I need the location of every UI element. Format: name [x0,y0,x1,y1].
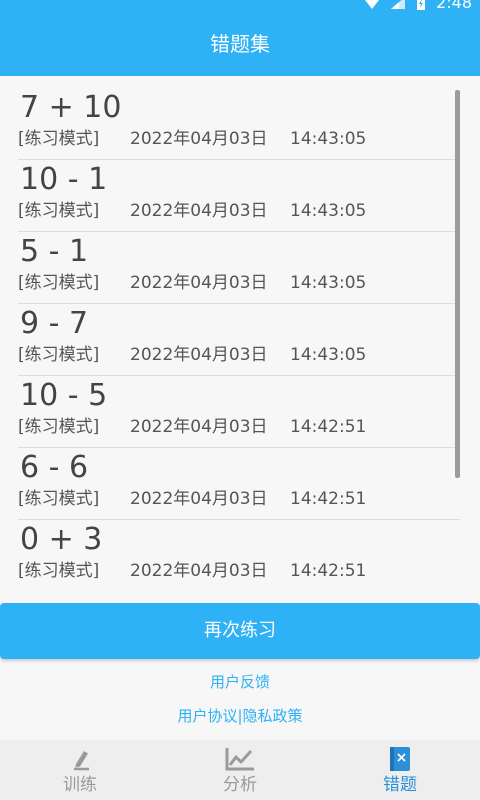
nav-item-mistakes[interactable]: 错题 [320,740,480,800]
pencil-icon [67,746,93,772]
mode-label: [练习模式] [18,129,100,149]
list-item[interactable]: 7 + 10 [练习模式] 2022年04月03日 14:43:05 [18,88,460,160]
question-meta: [练习模式] 2022年04月03日 14:42:51 [18,560,366,582]
wifi-icon [364,0,380,10]
retry-practice-button[interactable]: 再次练习 [0,603,480,659]
mode-label: [练习模式] [18,561,100,581]
question-expression: 9 - 7 [20,306,89,341]
nav-label: 训练 [63,775,97,795]
user-agreement-link[interactable]: 用户协议 [177,707,237,725]
nav-item-analysis[interactable]: 分析 [160,740,320,800]
mode-label: [练习模式] [18,417,100,437]
status-bar: 2:48 [364,0,472,12]
list-item[interactable]: 9 - 7 [练习模式] 2022年04月03日 14:43:05 [18,304,460,376]
mode-label: [练习模式] [18,489,100,509]
date-label: 2022年04月03日 [130,345,268,365]
date-label: 2022年04月03日 [130,417,268,437]
mode-label: [练习模式] [18,201,100,221]
page-title: 错题集 [210,32,270,56]
time-label: 14:42:51 [290,489,367,509]
date-label: 2022年04月03日 [130,489,268,509]
signal-icon [390,0,406,10]
question-expression: 10 - 5 [20,378,108,413]
question-meta: [练习模式] 2022年04月03日 14:43:05 [18,272,366,294]
nav-label: 错题 [383,775,417,795]
battery-icon [416,0,426,11]
question-expression: 5 - 1 [20,234,89,269]
question-meta: [练习模式] 2022年04月03日 14:43:05 [18,344,366,366]
list-item[interactable]: 10 - 1 [练习模式] 2022年04月03日 14:43:05 [18,160,460,232]
wrong-book-icon [387,746,413,772]
line-chart-icon [224,746,256,772]
question-expression: 10 - 1 [20,162,108,197]
status-time: 2:48 [436,0,472,12]
mistake-list[interactable]: 7 + 10 [练习模式] 2022年04月03日 14:43:05 10 - 1 … [0,88,480,590]
policy-links: 用户协议|隐私政策 [0,706,480,726]
question-meta: [练习模式] 2022年04月03日 14:42:51 [18,416,366,438]
mode-label: [练习模式] [18,273,100,293]
time-label: 14:42:51 [290,417,367,437]
question-expression: 0 + 3 [20,522,103,557]
question-meta: [练习模式] 2022年04月03日 14:43:05 [18,128,366,150]
date-label: 2022年04月03日 [130,129,268,149]
time-label: 14:43:05 [290,201,367,221]
time-label: 14:43:05 [290,129,367,149]
privacy-policy-link[interactable]: 隐私政策 [243,707,303,725]
time-label: 14:43:05 [290,345,367,365]
date-label: 2022年04月03日 [130,273,268,293]
question-expression: 6 - 6 [20,450,89,485]
app-screen: 2:48 错题集 7 + 10 [练习模式] 2022年04月03日 14:43:0… [0,0,480,800]
time-label: 14:43:05 [290,273,367,293]
nav-label: 分析 [223,775,257,795]
list-item[interactable]: 6 - 6 [练习模式] 2022年04月03日 14:42:51 [18,448,460,520]
nav-item-training[interactable]: 训练 [0,740,160,800]
app-header: 2:48 错题集 [0,0,480,76]
list-item[interactable]: 5 - 1 [练习模式] 2022年04月03日 14:43:05 [18,232,460,304]
feedback-link[interactable]: 用户反馈 [0,672,480,692]
mode-label: [练习模式] [18,345,100,365]
date-label: 2022年04月03日 [130,561,268,581]
date-label: 2022年04月03日 [130,201,268,221]
list-scrollbar[interactable] [455,90,460,478]
time-label: 14:42:51 [290,561,367,581]
list-item[interactable]: 10 - 5 [练习模式] 2022年04月03日 14:42:51 [18,376,460,448]
list-item[interactable]: 0 + 3 [练习模式] 2022年04月03日 14:42:51 [18,520,460,590]
question-meta: [练习模式] 2022年04月03日 14:42:51 [18,488,366,510]
question-meta: [练习模式] 2022年04月03日 14:43:05 [18,200,366,222]
bottom-nav: 训练 分析 错题 [0,740,480,800]
question-expression: 7 + 10 [20,90,122,125]
